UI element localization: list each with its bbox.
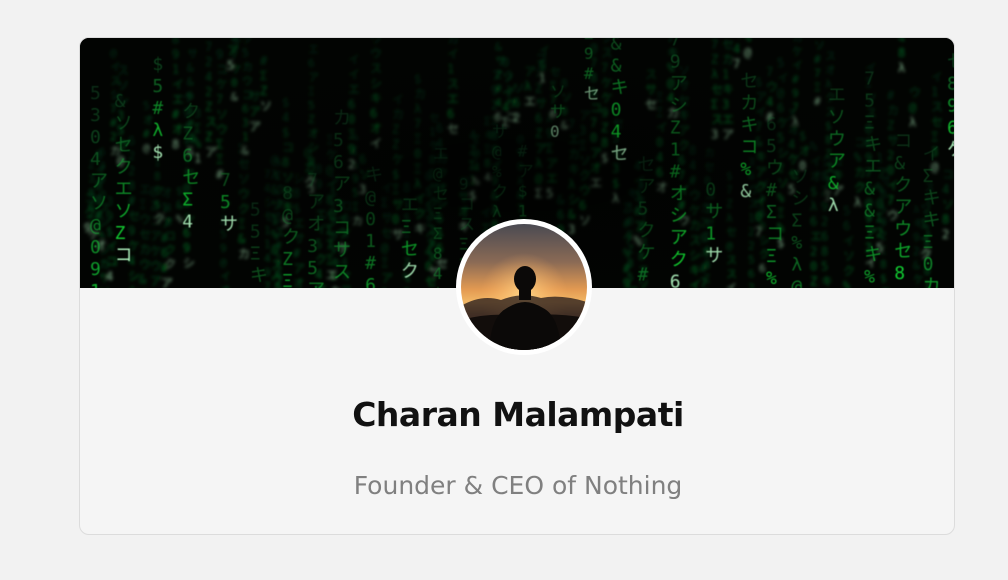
profile-name: Charan Malampati — [352, 395, 684, 434]
avatar[interactable] — [461, 224, 587, 350]
profile-card: コク9Z386Ξケ8イ80#Ξオ64#@スシλシカサソ39$イコ4@イスシ7#2… — [79, 37, 955, 535]
profile-title: Founder & CEO of Nothing — [353, 471, 683, 500]
avatar-ring — [456, 219, 592, 355]
